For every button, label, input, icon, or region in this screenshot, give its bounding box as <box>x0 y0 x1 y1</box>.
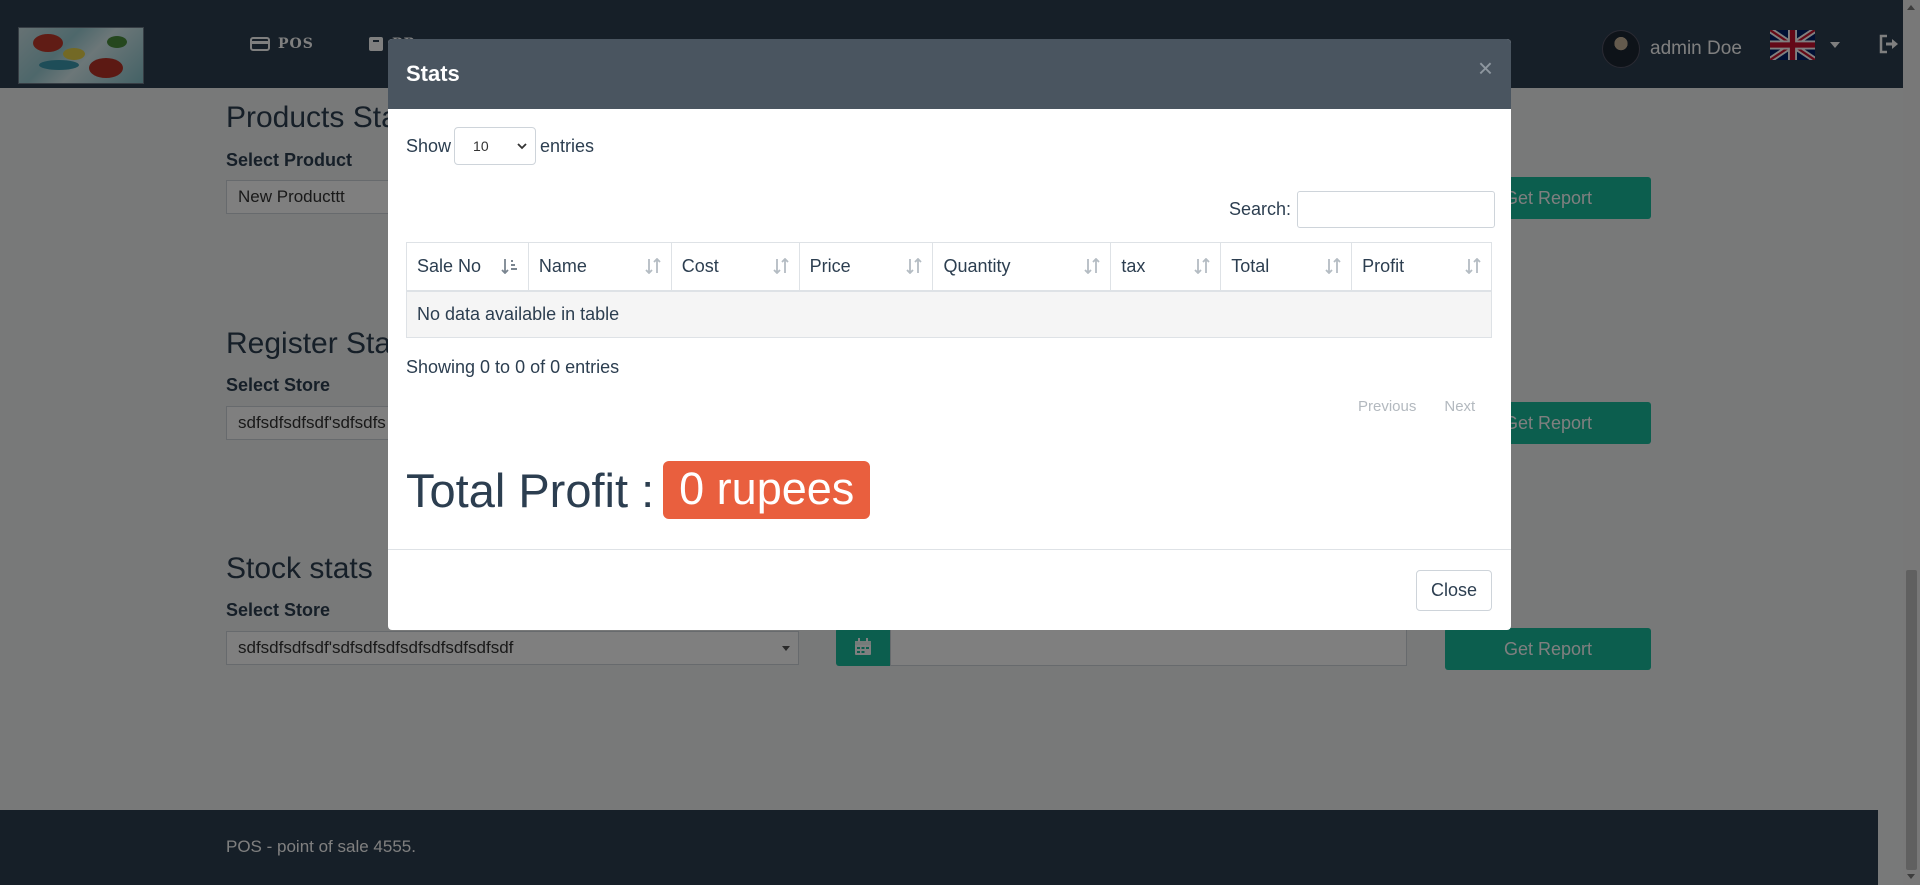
column-header-tax[interactable]: tax <box>1110 242 1222 292</box>
column-header-total[interactable]: Total <box>1220 242 1353 292</box>
modal-title: Stats <box>406 61 460 86</box>
table-header-row: Sale No Name Cost Price Quantity tax Tot… <box>406 242 1492 292</box>
modal-footer: Close <box>388 549 1511 630</box>
show-label: Show <box>406 135 452 156</box>
column-header-cost[interactable]: Cost <box>670 242 800 292</box>
previous-page-button[interactable]: Previous <box>1358 398 1416 415</box>
close-button[interactable]: Close <box>1416 570 1492 611</box>
next-page-button[interactable]: Next <box>1444 398 1475 415</box>
table-search: Search: <box>1229 191 1496 228</box>
sort-icon <box>772 258 789 274</box>
search-label: Search: <box>1229 199 1292 219</box>
sort-icon <box>1325 258 1341 274</box>
column-header-sale-no[interactable]: Sale No <box>406 242 529 292</box>
entries-per-page-select[interactable]: 10 <box>454 127 537 165</box>
chevron-down-icon <box>517 143 527 150</box>
total-profit: Total Profit : 0 rupees <box>406 461 871 519</box>
table-row: No data available in table <box>406 290 1492 338</box>
stats-modal: Stats × Show 10 entries Search: Sale No <box>388 39 1511 630</box>
column-header-quantity[interactable]: Quantity <box>932 242 1112 292</box>
sort-icon <box>1465 258 1481 274</box>
sort-asc-icon <box>501 259 517 274</box>
stats-table: Sale No Name Cost Price Quantity tax Tot… <box>406 242 1492 338</box>
column-label: Cost <box>681 255 719 276</box>
column-label: Sale No <box>417 255 482 276</box>
sort-icon <box>906 258 923 274</box>
column-label: tax <box>1121 255 1146 276</box>
column-header-name[interactable]: Name <box>527 242 672 292</box>
column-label: Price <box>809 255 851 276</box>
column-label: Quantity <box>943 255 1011 276</box>
column-header-price[interactable]: Price <box>798 242 934 292</box>
table-info: Showing 0 to 0 of 0 entries <box>406 357 620 377</box>
total-profit-label: Total Profit : <box>406 463 655 517</box>
select-value: 10 <box>473 138 489 154</box>
close-icon[interactable]: × <box>1478 55 1493 81</box>
modal-header: Stats × <box>388 39 1511 109</box>
column-label: Profit <box>1362 255 1405 276</box>
column-header-profit[interactable]: Profit <box>1351 242 1492 292</box>
entries-label: entries <box>540 135 595 156</box>
sort-icon <box>1084 258 1100 274</box>
search-input[interactable] <box>1297 191 1496 228</box>
column-label: Total <box>1231 255 1270 276</box>
total-profit-badge: 0 rupees <box>663 461 871 519</box>
empty-table-message: No data available in table <box>406 290 1492 338</box>
sort-icon <box>1194 258 1210 274</box>
column-label: Name <box>538 255 587 276</box>
pagination: Previous Next <box>1358 398 1475 415</box>
page-length-control: Show 10 entries <box>406 127 594 165</box>
sort-icon <box>645 258 661 274</box>
